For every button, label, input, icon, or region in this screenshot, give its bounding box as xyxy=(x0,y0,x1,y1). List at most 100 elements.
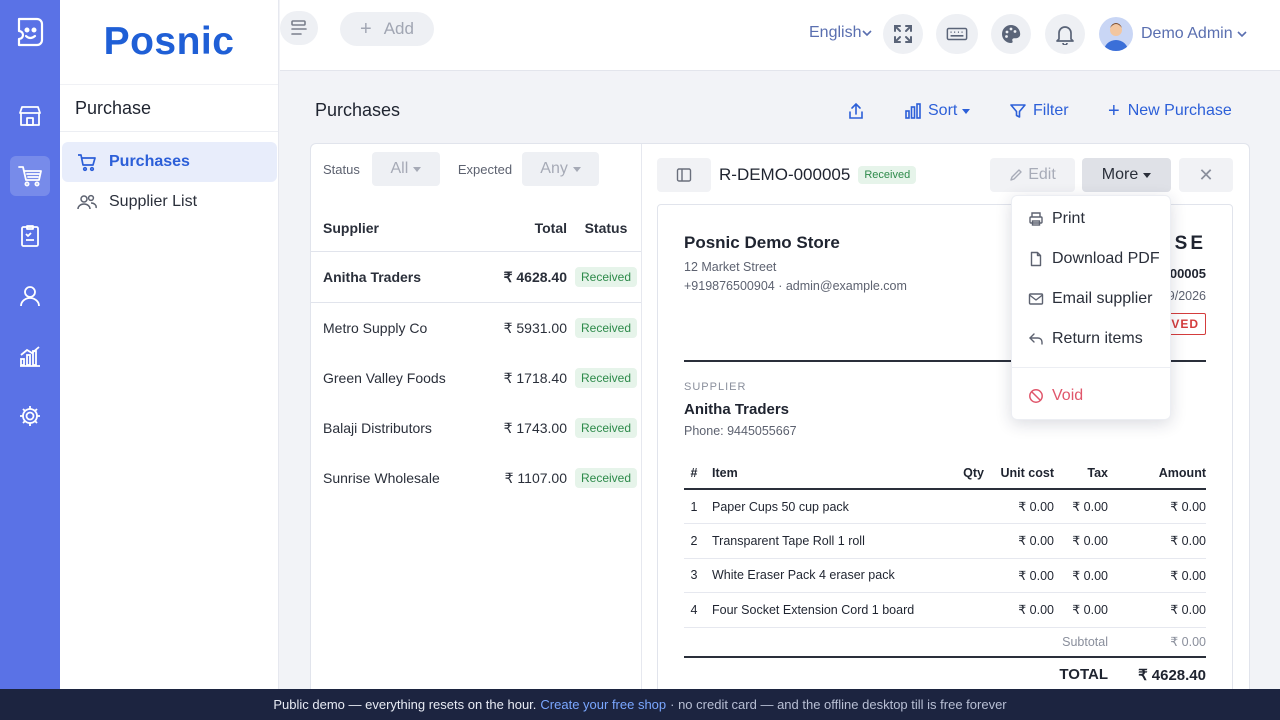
language-selector[interactable]: English xyxy=(809,24,873,42)
total-cell: ₹ 4628.40 xyxy=(503,268,567,285)
item-tax: ₹ 0.00 xyxy=(1054,523,1108,559)
close-icon: ✕ xyxy=(1198,164,1214,185)
subtotal-label: Subtotal xyxy=(684,627,1108,658)
items-header-tax: Tax xyxy=(1054,457,1108,490)
banner-tail: · no credit card — and the offline deskt… xyxy=(670,697,1007,712)
list-item[interactable]: Anitha Traders ₹ 4628.40 Received xyxy=(311,252,641,303)
column-header-supplier[interactable]: Supplier xyxy=(311,220,471,236)
menu-item-void[interactable]: Void xyxy=(1028,386,1083,406)
item-amount: ₹ 0.00 xyxy=(1108,558,1206,593)
banner-text: Public demo — everything resets on the h… xyxy=(273,697,537,712)
item-unit-cost: ₹ 0.00 xyxy=(984,489,1054,524)
demo-banner: Public demo — everything resets on the h… xyxy=(0,689,1280,720)
more-button[interactable]: More xyxy=(1082,158,1171,192)
new-purchase-button[interactable]: + New Purchase xyxy=(1108,99,1232,122)
menu-item-email-supplier[interactable]: Email supplier xyxy=(1028,289,1152,309)
menu-item-label: Void xyxy=(1052,387,1084,404)
app-logo-icon[interactable] xyxy=(10,13,50,53)
fullscreen-button[interactable] xyxy=(883,14,923,54)
supplier-section-label: SUPPLIER xyxy=(684,381,747,393)
status-cell: Received xyxy=(571,468,641,488)
supplier-cell: Green Valley Foods xyxy=(323,370,446,386)
items-header-row: # Item Qty Unit cost Tax Amount xyxy=(684,457,1206,490)
menu-toggle-button[interactable] xyxy=(280,11,318,45)
expected-filter-select[interactable]: Any xyxy=(522,152,600,186)
edit-button[interactable]: Edit xyxy=(990,158,1075,192)
items-header-amount: Amount xyxy=(1108,457,1206,490)
total-label: TOTAL xyxy=(1059,666,1108,683)
list-item[interactable]: Sunrise Wholesale ₹ 1107.00 Received xyxy=(311,453,641,503)
item-unit-cost: ₹ 0.00 xyxy=(984,558,1054,593)
item-number: 1 xyxy=(684,489,704,524)
rail-gear-icon[interactable] xyxy=(10,396,50,436)
item-number: 3 xyxy=(684,558,704,593)
theme-button[interactable] xyxy=(991,14,1031,54)
menu-item-label: Email supplier xyxy=(1052,290,1153,307)
palette-icon xyxy=(1002,25,1021,43)
chevron-down-icon xyxy=(1237,31,1247,38)
filter-button[interactable]: Filter xyxy=(1009,101,1069,121)
menu-item-download-pdf[interactable]: Download PDF xyxy=(1028,249,1160,269)
supplier-cell: Sunrise Wholesale xyxy=(323,470,440,486)
column-header-status[interactable]: Status xyxy=(571,220,641,236)
purchase-id-text: R-DEMO-000005 xyxy=(719,165,851,184)
list-item[interactable]: Green Valley Foods ₹ 1718.40 Received xyxy=(311,353,641,403)
brand-logo[interactable]: Posnic xyxy=(60,0,278,85)
supplier-cell: Metro Supply Co xyxy=(323,320,428,336)
sort-button[interactable]: Sort xyxy=(904,101,971,121)
sidebar-item-purchases[interactable]: Purchases xyxy=(62,142,277,182)
item-qty xyxy=(944,592,984,628)
table-row: 4 Four Socket Extension Cord 1 board ₹ 0.0… xyxy=(684,592,1206,628)
notifications-button[interactable] xyxy=(1045,14,1085,54)
expected-filter-label: Expected xyxy=(457,161,513,177)
keyboard-button[interactable] xyxy=(936,14,978,54)
more-label: More xyxy=(1101,166,1139,183)
file-icon xyxy=(1030,251,1042,267)
caret-down-icon xyxy=(1143,172,1152,178)
item-qty xyxy=(944,489,984,524)
add-button[interactable]: + Add xyxy=(340,12,434,46)
caret-down-icon xyxy=(572,166,581,172)
toggle-list-button[interactable] xyxy=(657,158,711,192)
items-header-qty: Qty xyxy=(944,457,984,490)
user-menu[interactable]: Demo Admin xyxy=(1099,17,1248,51)
column-header-total[interactable]: Total xyxy=(471,220,571,236)
item-unit-cost: ₹ 0.00 xyxy=(984,523,1054,559)
menu-item-return-items[interactable]: Return items xyxy=(1028,329,1143,349)
rail-chart-icon[interactable] xyxy=(10,336,50,376)
item-number: 2 xyxy=(684,523,704,559)
status-cell: Received xyxy=(571,368,641,388)
item-name: White Eraser Pack 4 eraser pack xyxy=(704,558,944,593)
item-amount: ₹ 0.00 xyxy=(1108,489,1206,524)
rail-clipboard-icon[interactable] xyxy=(10,216,50,256)
status-badge: Received xyxy=(574,468,638,488)
rail-store-icon[interactable] xyxy=(10,96,50,136)
status-filter-select[interactable]: All xyxy=(371,152,440,186)
rail-cart-icon[interactable] xyxy=(10,156,50,196)
plus-icon: + xyxy=(1108,99,1120,122)
purchase-list: Status All Expected Any Supplier Total S… xyxy=(311,144,642,689)
items-header-item: Item xyxy=(704,457,944,490)
total-row: TOTAL ₹ 4628.40 xyxy=(684,657,1206,689)
status-cell: Received xyxy=(571,267,641,287)
status-filter-value: All xyxy=(390,160,409,177)
rail-user-icon[interactable] xyxy=(10,276,50,316)
supplier-cell: Anitha Traders xyxy=(323,269,422,285)
items-table: # Item Qty Unit cost Tax Amount 1 Paper C… xyxy=(684,457,1206,689)
store-name: Posnic Demo Store xyxy=(684,233,840,252)
fullscreen-icon xyxy=(894,25,912,43)
status-cell: Received xyxy=(571,418,641,438)
total-cell: ₹ 1743.00 xyxy=(503,419,567,436)
menu-item-print[interactable]: Print xyxy=(1028,209,1085,229)
create-shop-link[interactable]: Create your free shop xyxy=(540,697,666,712)
table-row: 1 Paper Cups 50 cup pack ₹ 0.00 ₹ 0.00 ₹ 0.0… xyxy=(684,489,1206,524)
close-detail-button[interactable]: ✕ xyxy=(1179,158,1233,192)
list-item[interactable]: Balaji Distributors ₹ 1743.00 Received xyxy=(311,403,641,453)
export-button[interactable] xyxy=(847,101,871,121)
list-item[interactable]: Metro Supply Co ₹ 5931.00 Received xyxy=(311,303,641,353)
menu-icon xyxy=(291,20,307,35)
supplier-cell: Balaji Distributors xyxy=(323,420,432,436)
sidebar-item-supplier-list[interactable]: Supplier List xyxy=(62,182,277,222)
return-icon xyxy=(1029,333,1043,345)
expected-filter-value: Any xyxy=(540,160,568,177)
